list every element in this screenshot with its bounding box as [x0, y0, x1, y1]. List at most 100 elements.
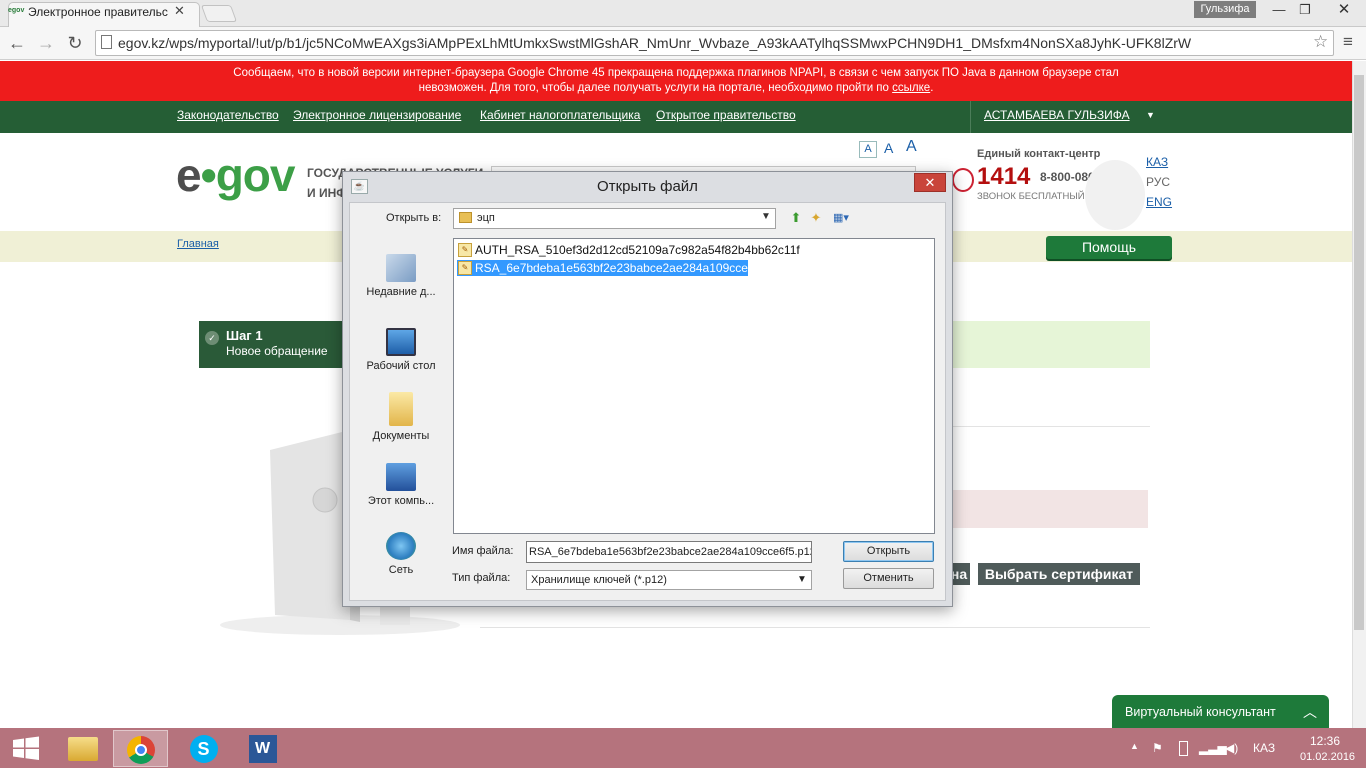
logo-dot-icon: • — [200, 149, 217, 201]
windows-start-icon[interactable] — [0, 728, 52, 768]
lang-rus[interactable]: РУС — [1146, 175, 1170, 189]
cancel-button[interactable]: Отменить — [843, 568, 934, 589]
info-box — [948, 321, 1150, 368]
flag-icon[interactable]: ⚑ — [1152, 741, 1163, 755]
user-menu-chevron-icon[interactable]: ▼ — [1146, 110, 1155, 120]
tab-title[interactable]: Электронное правительс — [28, 5, 173, 19]
filetype-select[interactable]: Хранилище ключей (*.p12) — [526, 570, 812, 590]
logo-gov: gov — [215, 149, 296, 201]
up-folder-icon[interactable]: ⬆ — [788, 210, 804, 226]
dialog-close-button[interactable]: ✕ — [914, 173, 946, 192]
folder-icon — [459, 212, 472, 223]
file-explorer-icon — [67, 737, 98, 761]
nav-link-taxpayer[interactable]: Кабинет налогоплательщика — [480, 108, 640, 122]
volume-icon[interactable]: ◀) — [1225, 741, 1238, 755]
file-name: RSA_6e7bdeba1e563bf2e23babce2ae284a109cc… — [475, 261, 765, 275]
menu-icon[interactable]: ≡ — [1343, 32, 1353, 52]
virtual-consultant-widget[interactable]: Виртуальный консультант ︿ — [1112, 695, 1329, 728]
new-folder-icon[interactable]: ✦ — [808, 210, 824, 226]
place-desktop-label: Рабочий стол — [366, 360, 436, 372]
taskbar-explorer[interactable] — [55, 730, 110, 767]
chevron-down-icon[interactable]: ▼ — [761, 211, 771, 222]
reload-icon[interactable]: ↻ — [63, 31, 87, 55]
lang-eng[interactable]: ENG — [1146, 195, 1172, 209]
computer-icon — [386, 463, 416, 491]
help-button[interactable]: Помощь — [1046, 236, 1172, 259]
scrollbar-thumb[interactable] — [1354, 75, 1364, 630]
new-tab-button[interactable] — [200, 5, 238, 22]
taskbar-word[interactable]: W — [235, 730, 290, 767]
nav-link-open-government[interactable]: Открытое правительство — [656, 108, 796, 122]
contact-short-number: 1414 — [977, 163, 1031, 190]
divider — [480, 627, 1150, 628]
divider — [948, 426, 1150, 427]
filename-input[interactable]: RSA_6e7bdeba1e563bf2e23babce2ae284a109cc… — [526, 541, 812, 563]
breadcrumb-home[interactable]: Главная — [177, 238, 219, 250]
step-subtitle: Новое обращение — [226, 344, 328, 358]
user-menu[interactable]: АСТАМБАЕВА ГУЛЬЗИФА — [984, 108, 1130, 122]
address-text[interactable]: egov.kz/wps/myportal/!ut/p/b1/jc5NCoMwEA… — [118, 35, 1318, 51]
skype-icon: S — [189, 735, 218, 763]
tray-expand-icon[interactable]: ▲ — [1130, 741, 1139, 751]
bookmark-star-icon[interactable]: ☆ — [1313, 32, 1328, 52]
taskbar-skype[interactable]: S — [176, 730, 231, 767]
desktop-icon — [386, 328, 416, 356]
chrome-notice-banner: Сообщаем, что в новой версии интернет-бр… — [0, 61, 1352, 101]
chevron-up-icon[interactable]: ︿ — [1303, 702, 1317, 722]
window-close-icon[interactable]: ✕ — [1322, 0, 1366, 20]
select-certificate-button[interactable]: Выбрать сертификат — [978, 563, 1140, 585]
documents-icon — [389, 392, 413, 426]
nav-link-licensing[interactable]: Электронное лицензирование — [293, 108, 461, 122]
filetype-label: Тип файла: — [452, 572, 511, 584]
clock-time[interactable]: 12:36 — [1305, 734, 1345, 748]
file-name: AUTH_RSA_510ef3d2d12cd52109a7c982a54f82b… — [475, 243, 800, 257]
maximize-icon[interactable]: ❐ — [1288, 0, 1322, 20]
back-icon[interactable]: ← — [5, 31, 29, 55]
signal-icon[interactable]: ▂▃▅ — [1199, 741, 1227, 755]
forward-icon[interactable]: → — [34, 31, 58, 55]
word-icon: W — [248, 735, 277, 763]
chrome-icon — [126, 736, 155, 764]
notice-line-2: невозможен. Для того, чтобы далее получа… — [0, 81, 1352, 96]
place-desktop[interactable]: Рабочий стол — [357, 328, 445, 372]
input-language[interactable]: КАЗ — [1253, 741, 1275, 755]
file-item[interactable]: ✎ AUTH_RSA_510ef3d2d12cd52109a7c982a54f8… — [457, 242, 800, 258]
font-size-large[interactable]: A — [906, 138, 917, 156]
tab-close-icon[interactable]: ✕ — [174, 3, 185, 19]
nav-divider — [970, 101, 971, 133]
look-in-value: эцп — [477, 212, 495, 224]
file-item-selected[interactable]: ✎ RSA_6e7bdeba1e563bf2e23babce2ae284a109… — [457, 260, 765, 276]
taskbar-chrome[interactable] — [113, 730, 168, 767]
step-title: Шаг 1 — [226, 328, 263, 343]
place-documents[interactable]: Документы — [357, 392, 445, 442]
file-list[interactable] — [453, 238, 935, 534]
profile-badge[interactable]: Гульзифа — [1194, 1, 1256, 18]
notice-line-1: Сообщаем, что в новой версии интернет-бр… — [233, 67, 1119, 79]
nav-link-legislation[interactable]: Законодательство — [177, 108, 279, 122]
view-menu-icon[interactable]: ▦▾ — [830, 210, 852, 226]
clock-date[interactable]: 01.02.2016 — [1300, 751, 1355, 763]
place-recent-label: Недавние д... — [366, 286, 436, 298]
phone-icon — [952, 168, 974, 192]
place-network[interactable]: Сеть — [357, 532, 445, 576]
check-icon: ✓ — [205, 331, 219, 345]
decorative-circle — [1085, 160, 1145, 230]
open-button[interactable]: Открыть — [843, 541, 934, 562]
place-this-pc[interactable]: Этот компь... — [357, 463, 445, 507]
look-in-label: Открыть в: — [386, 212, 442, 224]
place-recent[interactable]: Недавние д... — [357, 254, 445, 298]
consultant-label: Виртуальный консультант — [1125, 705, 1276, 719]
font-size-medium[interactable]: A — [884, 140, 893, 156]
notice-link[interactable]: ссылке — [892, 82, 930, 94]
egov-favicon-icon: egov — [8, 7, 25, 14]
chevron-down-icon[interactable]: ▼ — [797, 574, 807, 585]
font-size-small[interactable]: A — [859, 141, 877, 158]
certificate-file-icon: ✎ — [458, 243, 472, 257]
battery-icon[interactable] — [1179, 741, 1188, 756]
egov-logo[interactable]: e•gov — [176, 149, 296, 201]
look-in-select[interactable] — [453, 208, 776, 229]
lang-kaz[interactable]: КАЗ — [1146, 155, 1168, 169]
contact-free-call: ЗВОНОК БЕСПЛАТНЫЙ — [977, 191, 1085, 202]
recent-documents-icon — [386, 254, 416, 282]
filename-label: Имя файла: — [452, 545, 514, 557]
